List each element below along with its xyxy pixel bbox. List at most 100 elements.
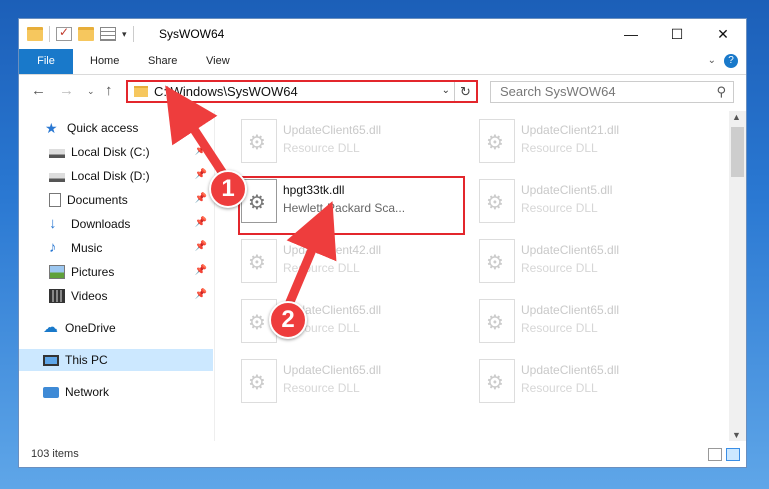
search-icon: ⚲ — [716, 84, 726, 99]
tab-share[interactable]: Share — [148, 49, 177, 74]
title-bar: ▾ SysWOW64 — ☐ ✕ — [19, 19, 746, 49]
maximize-button[interactable]: ☐ — [654, 19, 700, 49]
file-item[interactable]: UpdateClient65.dll Resource DLL — [477, 357, 697, 407]
sidebar-item-downloads[interactable]: ↓ Downloads 📌 — [19, 213, 213, 235]
folder-icon — [134, 86, 148, 97]
file-name: UpdateClient65.dll — [521, 303, 620, 317]
tab-home[interactable]: Home — [90, 49, 119, 74]
up-button[interactable]: ↑ — [105, 82, 113, 99]
navigation-pane: ★ Quick access Local Disk (C:) 📌 Local D… — [19, 111, 215, 441]
sidebar-item-videos[interactable]: Videos 📌 — [19, 285, 213, 307]
minimize-button[interactable]: — — [608, 19, 654, 49]
scroll-down-chevron-icon[interactable]: ▼ — [732, 430, 741, 440]
dll-file-icon — [479, 119, 515, 163]
file-item[interactable]: UpdateClient65.dll Resource DLL — [477, 297, 697, 347]
highlight-box-hpgt33tk — [238, 176, 465, 235]
dll-file-icon — [241, 239, 277, 283]
ribbon-tabs: File Home Share View ⌄ ? — [19, 49, 746, 75]
scrollbar-thumb[interactable] — [731, 127, 744, 177]
file-item[interactable]: UpdateClient65.dll Resource DLL — [239, 357, 459, 407]
sidebar-item-label: Local Disk (D:) — [71, 169, 150, 183]
pin-icon: 📌 — [194, 145, 207, 156]
file-type: Resource DLL — [521, 141, 598, 155]
back-button[interactable]: ← — [31, 82, 46, 99]
file-item[interactable]: UpdateClient65.dll Resource DLL — [239, 117, 459, 167]
drive-icon — [49, 173, 65, 182]
view-switcher — [708, 448, 740, 461]
address-path[interactable]: C:\Windows\SysWOW64 — [154, 84, 298, 99]
new-folder-icon[interactable] — [78, 27, 94, 41]
file-name: UpdateClient65.dll — [521, 363, 620, 377]
file-item[interactable]: UpdateClient65.dll Resource DLL — [477, 237, 697, 287]
file-type: Resource DLL — [521, 321, 598, 335]
file-type: Resource DLL — [521, 261, 598, 275]
status-bar: 103 items — [19, 443, 746, 467]
this-pc-icon — [43, 354, 59, 366]
file-type: Resource DLL — [521, 381, 598, 395]
help-icon[interactable]: ? — [724, 54, 738, 68]
file-type: Resource DLL — [283, 381, 360, 395]
address-dropdown-chevron-icon[interactable]: ⌄ — [442, 85, 450, 96]
large-icons-view-icon[interactable] — [726, 448, 740, 461]
window-title: SysWOW64 — [159, 27, 225, 41]
details-view-icon[interactable] — [708, 448, 722, 461]
sidebar-item-quick-access[interactable]: ★ Quick access — [19, 117, 213, 139]
properties-check-icon[interactable] — [56, 25, 72, 41]
sidebar-item-documents[interactable]: Documents 📌 — [19, 189, 213, 211]
sidebar-item-label: Videos — [71, 289, 108, 303]
folder-icon — [27, 27, 43, 41]
expand-ribbon-chevron-icon[interactable]: ⌄ — [708, 55, 716, 66]
file-item[interactable]: UpdateClient42.dll Resource DLL — [239, 237, 459, 287]
vertical-scrollbar[interactable]: ▲ ▼ — [729, 111, 746, 441]
sidebar-item-label: Music — [71, 241, 103, 255]
refresh-button[interactable]: ↻ — [454, 82, 476, 101]
tab-view[interactable]: View — [206, 49, 230, 74]
scroll-up-chevron-icon[interactable]: ▲ — [732, 112, 741, 122]
sidebar-item-label: This PC — [65, 353, 108, 367]
sidebar-item-label: Downloads — [71, 217, 131, 231]
sidebar-item-label: Network — [65, 385, 110, 399]
sidebar-item-music[interactable]: ♪ Music 📌 — [19, 237, 213, 259]
customize-toolbar-chevron-icon[interactable]: ▾ — [122, 29, 127, 40]
explorer-window: ▾ SysWOW64 — ☐ ✕ File Home Share View ⌄ … — [18, 18, 747, 468]
dll-file-icon — [241, 119, 277, 163]
onedrive-icon: ☁ — [43, 319, 58, 336]
file-list: UpdateClient65.dll Resource DLL UpdateCl… — [223, 111, 731, 441]
quick-access-toolbar: ▾ — [27, 25, 134, 42]
address-row: ← → ⌄ ↑ C:\Windows\SysWOW64 ⌄ ↻ Search S… — [19, 76, 746, 108]
file-item[interactable]: UpdateClient21.dll Resource DLL — [477, 117, 697, 167]
sidebar-item-label: Quick access — [67, 121, 139, 135]
sidebar-item-label: Pictures — [71, 265, 115, 279]
sidebar-item-local-disk-d[interactable]: Local Disk (D:) 📌 — [19, 165, 213, 187]
star-icon: ★ — [45, 120, 58, 136]
properties-icon[interactable] — [100, 27, 116, 41]
network-icon — [43, 386, 59, 398]
file-item[interactable]: UpdateClient5.dll Resource DLL — [477, 177, 697, 227]
sidebar-item-this-pc[interactable]: This PC — [19, 349, 213, 371]
search-input[interactable]: Search SysWOW64 ⚲ — [490, 81, 734, 103]
recent-locations-chevron-icon[interactable]: ⌄ — [87, 86, 95, 97]
forward-button[interactable]: → — [59, 82, 74, 99]
videos-icon — [49, 289, 65, 303]
window-controls: — ☐ ✕ — [608, 19, 746, 49]
search-placeholder: Search SysWOW64 — [500, 84, 616, 99]
file-name: UpdateClient5.dll — [521, 183, 613, 197]
file-name: UpdateClient65.dll — [283, 123, 382, 137]
address-bar[interactable]: C:\Windows\SysWOW64 ⌄ ↻ — [126, 80, 478, 103]
sidebar-item-pictures[interactable]: Pictures 📌 — [19, 261, 213, 283]
sidebar-item-label: Documents — [67, 193, 128, 207]
sidebar-item-onedrive[interactable]: ☁ OneDrive — [19, 317, 213, 339]
pin-icon: 📌 — [194, 241, 207, 252]
file-name: UpdateClient42.dll — [283, 243, 382, 257]
sidebar-item-label: Local Disk (C:) — [71, 145, 150, 159]
file-name: UpdateClient65.dll — [283, 363, 382, 377]
close-button[interactable]: ✕ — [700, 19, 746, 49]
pin-icon: 📌 — [194, 265, 207, 276]
sidebar-item-network[interactable]: Network — [19, 381, 213, 403]
sidebar-item-local-disk-c[interactable]: Local Disk (C:) 📌 — [19, 141, 213, 163]
tab-file[interactable]: File — [19, 49, 73, 74]
dll-file-icon — [479, 299, 515, 343]
dll-file-icon — [479, 239, 515, 283]
toolbar-divider — [132, 26, 134, 42]
pin-icon: 📌 — [194, 217, 207, 228]
